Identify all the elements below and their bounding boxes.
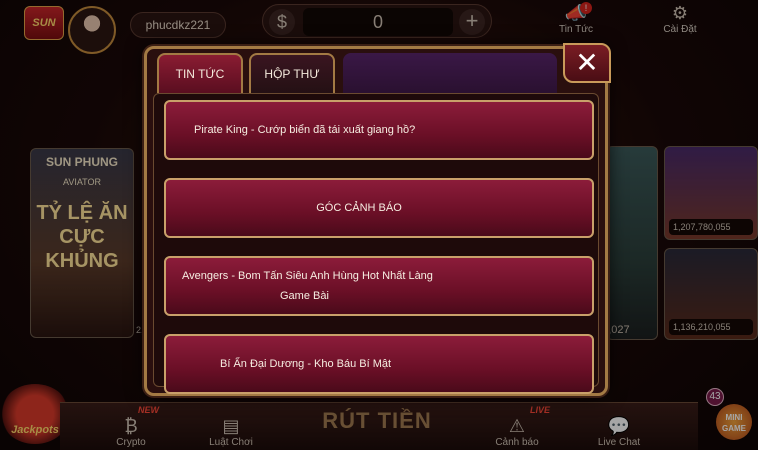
news-item-title: Avengers - Bom Tấn Siêu Anh Hùng Hot Nhấ… bbox=[182, 270, 433, 282]
news-item[interactable]: Bí Ẩn Đại Dương - Kho Báu Bí Mật bbox=[164, 334, 594, 394]
news-item-title: GÓC CẢNH BÁO bbox=[316, 202, 402, 214]
news-item-title-cont: Game Bài bbox=[280, 290, 329, 302]
news-item[interactable]: GÓC CẢNH BÁO bbox=[164, 178, 594, 238]
news-item-title: Bí Ẩn Đại Dương - Kho Báu Bí Mật bbox=[220, 358, 392, 370]
news-list: Pirate King - Cướp biển đã tái xuất gian… bbox=[153, 93, 599, 394]
news-item-title: Pirate King - Cướp biển đã tái xuất gian… bbox=[194, 124, 416, 136]
news-modal: TIN TỨC HỘP THƯ ✕ Pirate King - Cướp biể… bbox=[144, 43, 611, 396]
news-item[interactable]: Pirate King - Cướp biển đã tái xuất gian… bbox=[164, 100, 594, 160]
tab-news[interactable]: TIN TỨC bbox=[157, 53, 243, 93]
close-button[interactable]: ✕ bbox=[563, 43, 611, 83]
tab-strip bbox=[343, 53, 557, 93]
tab-inbox[interactable]: HỘP THƯ bbox=[249, 53, 335, 93]
news-item[interactable]: Avengers - Bom Tấn Siêu Anh Hùng Hot Nhấ… bbox=[164, 256, 594, 316]
